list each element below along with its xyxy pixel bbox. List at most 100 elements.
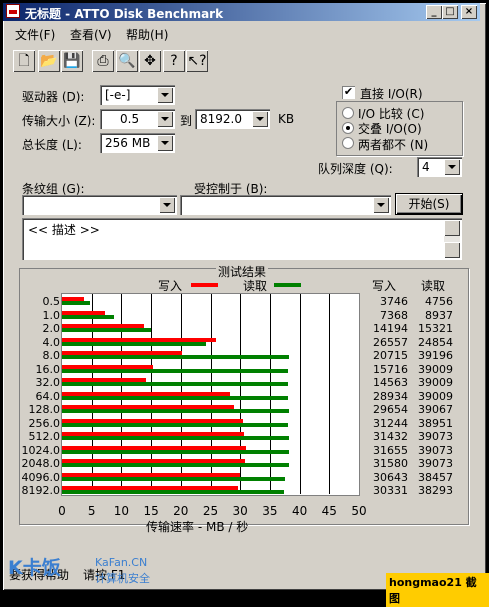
- read-value: 15321: [418, 322, 453, 335]
- chevron-down-icon[interactable]: [157, 111, 173, 127]
- overlapped-io-label: 交叠 I/O(O): [358, 122, 422, 136]
- drive-select[interactable]: [-e-]: [100, 85, 175, 105]
- maximize-button[interactable]: □: [442, 5, 458, 19]
- write-value: 7368: [380, 308, 408, 322]
- x-tick-label: 10: [113, 504, 130, 518]
- queue-depth-value: 4: [422, 160, 430, 174]
- x-axis-label: 传输速率 - MB / 秒: [146, 520, 249, 534]
- read-value: 39196: [418, 349, 453, 362]
- read-value: 39009: [418, 376, 453, 389]
- transfer-size-label: 传输大小 (Z):: [22, 114, 96, 128]
- overlapped-io-radio[interactable]: [342, 122, 354, 134]
- chevron-down-icon[interactable]: [159, 197, 175, 213]
- controlled-by-select[interactable]: [180, 195, 391, 215]
- neither-radio[interactable]: [342, 137, 354, 149]
- read-bar: [62, 490, 285, 494]
- read-bar: [62, 395, 289, 400]
- read-legend-swatch: [274, 283, 301, 287]
- x-tick-label: 15: [143, 504, 159, 518]
- write-column-header: 写入: [372, 279, 397, 293]
- x-tick-label: 0: [58, 504, 66, 518]
- read-value: 39067: [418, 403, 453, 416]
- read-value: 39073: [418, 443, 453, 457]
- y-tick-label: 128.0: [28, 403, 61, 416]
- help-icon[interactable]: ?: [163, 50, 185, 72]
- menu-view[interactable]: 查看(V): [70, 26, 112, 43]
- start-button[interactable]: 开始(S): [396, 194, 462, 214]
- x-tick-label: 50: [351, 504, 367, 518]
- y-tick-label: 4.0: [42, 335, 61, 349]
- read-value: 4756: [425, 295, 453, 308]
- read-bar: [62, 328, 151, 332]
- minimize-button[interactable]: _: [426, 5, 442, 19]
- queue-depth-label: 队列深度 (Q):: [318, 162, 393, 176]
- description-scrollbar[interactable]: [444, 220, 460, 258]
- x-tick-label: 35: [262, 504, 278, 518]
- drive-value: [-e-]: [105, 88, 131, 102]
- write-value: 31580: [373, 457, 408, 470]
- x-tick-label: 30: [232, 504, 248, 518]
- read-bar: [62, 476, 286, 481]
- x-tick-label: 40: [291, 504, 308, 518]
- description-text: << 描述 >>: [28, 223, 100, 237]
- y-tick-label: 2.0: [42, 322, 61, 335]
- write-value: 31244: [373, 416, 408, 430]
- total-length-value: 256 MB: [105, 136, 151, 150]
- read-bar: [62, 409, 289, 413]
- queue-depth-select[interactable]: 4: [417, 157, 462, 177]
- chevron-down-icon[interactable]: [252, 111, 268, 127]
- write-value: 14563: [373, 376, 408, 389]
- chevron-down-icon[interactable]: [373, 197, 389, 213]
- chevron-down-icon[interactable]: [157, 87, 173, 103]
- total-length-select[interactable]: 256 MB: [100, 133, 175, 153]
- y-tick-label: 0.5: [42, 295, 61, 308]
- read-value: 39009: [418, 389, 453, 403]
- read-bar: [62, 436, 289, 440]
- x-tick-label: 5: [87, 504, 96, 518]
- menu-file[interactable]: 文件(F): [15, 26, 55, 43]
- y-tick-label: 1.0: [42, 308, 61, 322]
- stripe-group-select[interactable]: [22, 195, 177, 215]
- start-button-label: 开始(S): [408, 197, 450, 211]
- window-title: 无标题 - ATTO Disk Benchmark: [25, 7, 224, 21]
- title-bar[interactable]: 无标题 - ATTO Disk Benchmark _ □ ×: [3, 3, 480, 21]
- direct-io-checkbox[interactable]: ✔: [342, 86, 355, 99]
- menu-help[interactable]: 帮助(H): [126, 26, 168, 43]
- save-icon[interactable]: 💾: [61, 50, 83, 72]
- y-tick-label: 16.0: [35, 362, 61, 376]
- read-bar: [62, 341, 207, 346]
- y-tick-label: 8.0: [42, 349, 61, 362]
- write-legend-swatch: [191, 283, 218, 287]
- scroll-up-icon[interactable]: [444, 220, 460, 236]
- x-tick-label: 25: [202, 504, 219, 518]
- open-folder-icon[interactable]: 📂: [38, 50, 60, 72]
- io-compare-radio[interactable]: [342, 107, 354, 119]
- chevron-down-icon[interactable]: [444, 159, 460, 175]
- read-bar: [62, 382, 289, 386]
- watermark-site: KaFan.CN: [95, 556, 148, 569]
- transfer-unit: KB: [278, 112, 295, 126]
- y-tick-label: 32.0: [35, 376, 61, 389]
- grid-line: [299, 294, 301, 494]
- print-icon[interactable]: ⎙: [92, 50, 114, 72]
- description-field[interactable]: << 描述 >>: [22, 218, 462, 260]
- write-value: 14194: [373, 322, 408, 335]
- print-preview-icon[interactable]: 🔍: [116, 50, 138, 72]
- new-file-icon[interactable]: 🗋: [13, 50, 35, 72]
- write-value: 20715: [373, 349, 408, 362]
- transfer-to-value: 8192.0: [200, 112, 242, 126]
- transfer-from-select[interactable]: 0.5: [100, 109, 175, 129]
- y-tick-label: 2048.0: [21, 457, 61, 470]
- chevron-down-icon[interactable]: [157, 135, 173, 151]
- context-help-icon[interactable]: ↖?: [186, 50, 208, 72]
- move-icon[interactable]: ✥: [139, 50, 161, 72]
- read-bar: [62, 422, 288, 427]
- read-bar: [62, 449, 289, 454]
- scroll-down-icon[interactable]: [444, 242, 460, 258]
- total-length-label: 总长度 (L):: [22, 138, 82, 152]
- transfer-to-select[interactable]: 8192.0: [195, 109, 270, 129]
- close-button[interactable]: ×: [461, 5, 477, 19]
- y-tick-label: 8192.0: [21, 484, 61, 497]
- read-value: 24854: [418, 335, 453, 349]
- app-icon: [6, 4, 20, 18]
